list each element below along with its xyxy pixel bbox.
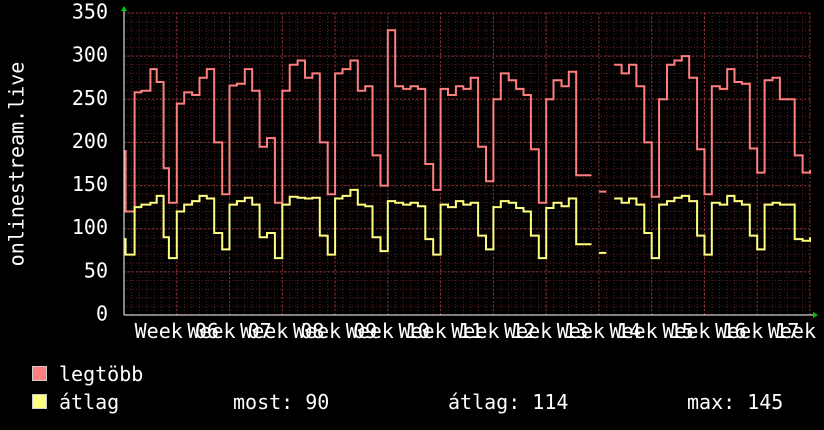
y-tick-label: 100 <box>72 215 108 239</box>
y-tick-label: 0 <box>96 302 108 326</box>
legend-label-max: legtöbb <box>59 362 144 386</box>
y-tick-label: 50 <box>84 258 108 282</box>
plot-area <box>124 13 810 315</box>
legend-swatch-max <box>32 366 47 381</box>
x-axis-arrow <box>813 312 818 318</box>
y-tick-label: 150 <box>72 172 108 196</box>
y-tick-label: 250 <box>72 86 108 110</box>
y-tick-label: 300 <box>72 43 108 67</box>
legend-row-avg: átlag most: 90 átlag: 114 max: 145 <box>32 391 822 413</box>
chart: 0 50 100 150 200 250 300 350 Week 06Week 07Week… <box>5 0 824 343</box>
y-tick-label: 350 <box>72 0 108 24</box>
legend-label-avg: átlag <box>59 390 120 414</box>
stat-now: most: 90 <box>233 390 330 414</box>
stat-max: max: 145 <box>687 390 784 414</box>
y-axis-label: onlinestream.live <box>5 62 29 267</box>
x-tick-labels: Week 06Week 07Week 08Week 09Week 10Week … <box>135 319 824 343</box>
x-tick-label: Week 18 <box>768 319 824 343</box>
y-tick-labels: 0 50 100 150 200 250 300 350 <box>72 0 108 326</box>
stat-average: átlag: 114 <box>448 390 569 414</box>
y-axis-arrow <box>121 6 127 11</box>
legend-swatch-avg <box>32 394 47 409</box>
y-tick-label: 200 <box>72 129 108 153</box>
